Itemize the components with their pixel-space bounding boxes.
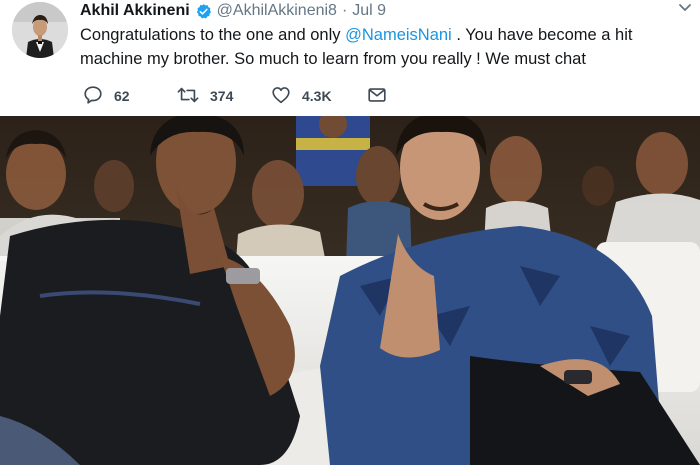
retweet-count: 374	[210, 88, 234, 104]
verified-badge-icon	[195, 3, 212, 20]
retweet-button[interactable]: 374	[176, 84, 270, 109]
like-button[interactable]: 4.3K	[270, 84, 366, 109]
reply-button[interactable]: 62	[82, 84, 176, 109]
author-name[interactable]: Akhil Akkineni	[80, 2, 190, 20]
tweet-header: Akhil Akkineni @AkhilAkkineni8 · Jul 9	[80, 1, 386, 21]
tweet-card: Akhil Akkineni @AkhilAkkineni8 · Jul 9 C…	[0, 0, 700, 116]
reply-count: 62	[114, 88, 130, 104]
heart-icon	[270, 84, 292, 109]
retweet-icon	[176, 84, 200, 109]
chevron-down-icon[interactable]	[678, 3, 692, 13]
tweet-text-start: Congratulations to the one and only	[80, 26, 346, 44]
tweet-actions: 62 374 4.3K	[82, 84, 388, 108]
author-avatar[interactable]	[12, 2, 68, 58]
mention-link[interactable]: @NameisNani	[345, 26, 452, 44]
header-separator: ·	[341, 2, 348, 19]
like-count: 4.3K	[302, 88, 332, 104]
tweet-date[interactable]: Jul 9	[352, 2, 386, 20]
direct-message-button[interactable]	[366, 84, 388, 109]
reply-icon	[82, 84, 104, 109]
direct-message-icon	[366, 84, 388, 109]
author-handle[interactable]: @AkhilAkkineni8	[217, 2, 337, 20]
tweet-text: Congratulations to the one and only @Nam…	[80, 23, 680, 71]
tweet-photo[interactable]	[0, 116, 700, 465]
